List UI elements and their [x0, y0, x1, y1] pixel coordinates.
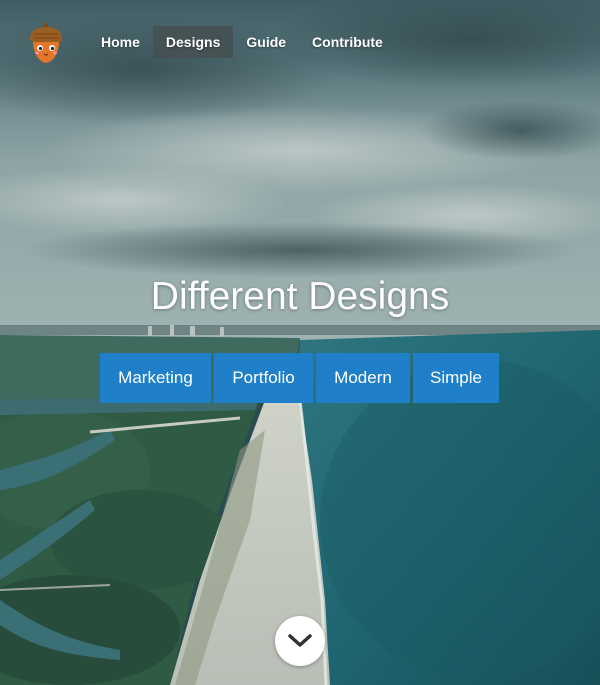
hero-background — [0, 0, 600, 685]
scroll-down-button[interactable] — [275, 616, 325, 666]
nav-item-guide[interactable]: Guide — [233, 26, 299, 58]
chevron-down-icon — [288, 634, 312, 647]
portfolio-button[interactable]: Portfolio — [214, 353, 313, 403]
coastline-photo — [0, 0, 600, 685]
page-title: Different Designs — [150, 275, 450, 318]
simple-button[interactable]: Simple — [413, 353, 499, 403]
acorn-icon[interactable] — [27, 22, 65, 64]
marketing-button[interactable]: Marketing — [100, 353, 211, 403]
design-buttons: Marketing Portfolio Modern Simple — [100, 353, 499, 403]
modern-button[interactable]: Modern — [316, 353, 410, 403]
nav-item-home[interactable]: Home — [88, 26, 153, 58]
nav-item-contribute[interactable]: Contribute — [299, 26, 396, 58]
nav-links: Home Designs Guide Contribute — [88, 26, 396, 58]
top-nav: Home Designs Guide Contribute — [0, 0, 600, 86]
nav-item-designs[interactable]: Designs — [152, 26, 234, 58]
